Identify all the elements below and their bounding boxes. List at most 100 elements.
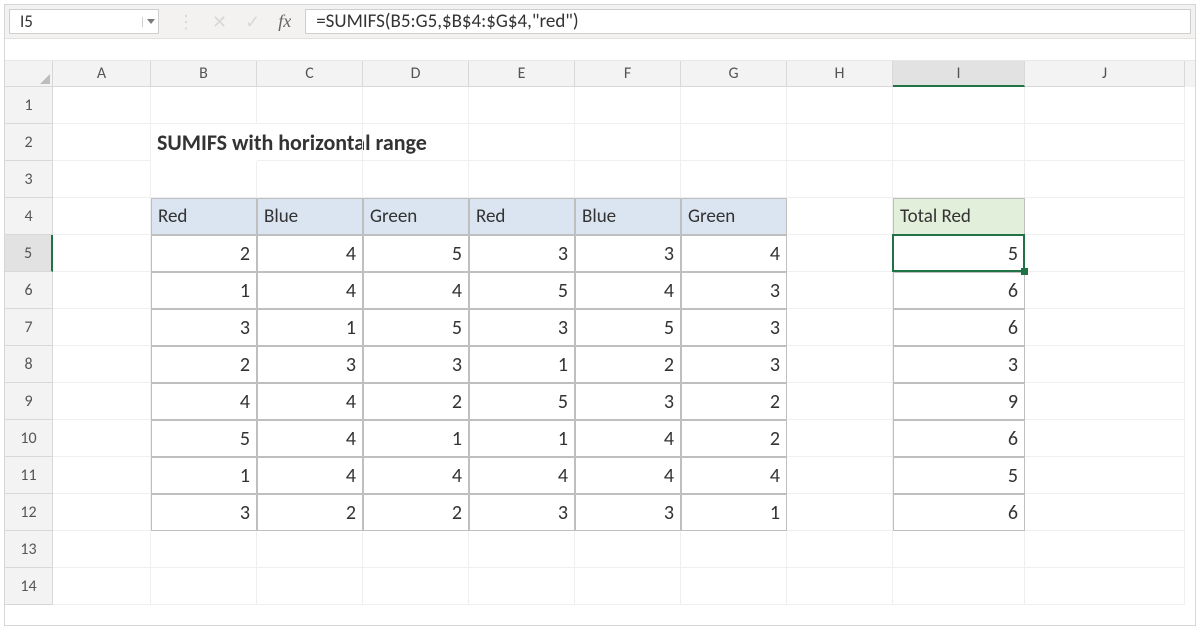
cell-F4[interactable]: Blue	[575, 198, 681, 235]
fill-handle[interactable]	[1021, 268, 1028, 275]
cell-B12[interactable]: 3	[151, 494, 257, 531]
cell-F12[interactable]: 3	[575, 494, 681, 531]
cell-J13[interactable]	[1025, 531, 1185, 568]
cell-H6[interactable]	[787, 272, 893, 309]
cell-H14[interactable]	[787, 568, 893, 605]
cell-J5[interactable]	[1025, 235, 1185, 272]
cell-D9[interactable]: 2	[363, 383, 469, 420]
col-header-E[interactable]: E	[469, 61, 575, 87]
accept-icon[interactable]: ✓	[245, 11, 260, 33]
cell-H2[interactable]	[787, 124, 893, 161]
cell-E13[interactable]	[469, 531, 575, 568]
cell-G1[interactable]	[681, 87, 787, 124]
cell-F6[interactable]: 4	[575, 272, 681, 309]
col-header-C[interactable]: C	[257, 61, 363, 87]
cell-G6[interactable]: 3	[681, 272, 787, 309]
cell-B9[interactable]: 4	[151, 383, 257, 420]
cell-G8[interactable]: 3	[681, 346, 787, 383]
cell-A7[interactable]	[53, 309, 151, 346]
cell-E1[interactable]	[469, 87, 575, 124]
cell-F5[interactable]: 3	[575, 235, 681, 272]
col-header-H[interactable]: H	[787, 61, 893, 87]
cell-A3[interactable]	[53, 161, 151, 198]
col-header-G[interactable]: G	[681, 61, 787, 87]
row-header[interactable]: 13	[5, 531, 53, 568]
cell-I2[interactable]	[893, 124, 1025, 161]
cell-H9[interactable]	[787, 383, 893, 420]
cell-D14[interactable]	[363, 568, 469, 605]
formula-input[interactable]: =SUMIFS(B5:G5,$B$4:$G$4,"red")	[305, 9, 1191, 34]
worksheet-grid[interactable]: A B C D E F G H I J 12SUMIFS with horizo…	[5, 61, 1195, 605]
col-header-I[interactable]: I	[893, 61, 1025, 87]
cell-E2[interactable]	[469, 124, 575, 161]
row-header[interactable]: 12	[5, 494, 53, 531]
cell-A5[interactable]	[53, 235, 151, 272]
cell-E12[interactable]: 3	[469, 494, 575, 531]
cell-D13[interactable]	[363, 531, 469, 568]
cell-C8[interactable]: 3	[257, 346, 363, 383]
row-header[interactable]: 1	[5, 87, 53, 124]
cell-G13[interactable]	[681, 531, 787, 568]
cancel-icon[interactable]: ✕	[212, 11, 227, 33]
row-header[interactable]: 8	[5, 346, 53, 383]
cell-G3[interactable]	[681, 161, 787, 198]
cell-B13[interactable]	[151, 531, 257, 568]
cell-I3[interactable]	[893, 161, 1025, 198]
cell-A4[interactable]	[53, 198, 151, 235]
cell-A8[interactable]	[53, 346, 151, 383]
cell-D4[interactable]: Green	[363, 198, 469, 235]
cell-I14[interactable]	[893, 568, 1025, 605]
cell-D6[interactable]: 4	[363, 272, 469, 309]
name-box[interactable]: I5	[9, 9, 159, 34]
cell-B1[interactable]	[151, 87, 257, 124]
col-header-A[interactable]: A	[53, 61, 151, 87]
cell-F11[interactable]: 4	[575, 457, 681, 494]
cell-G7[interactable]: 3	[681, 309, 787, 346]
cell-C13[interactable]	[257, 531, 363, 568]
row-header[interactable]: 4	[5, 198, 53, 235]
cell-I11[interactable]: 5	[893, 457, 1025, 494]
row-header[interactable]: 2	[5, 124, 53, 161]
cell-B2[interactable]: SUMIFS with horizontal range	[151, 124, 257, 161]
cell-E7[interactable]: 3	[469, 309, 575, 346]
cell-I7[interactable]: 6	[893, 309, 1025, 346]
cell-H7[interactable]	[787, 309, 893, 346]
cell-J2[interactable]	[1025, 124, 1185, 161]
cell-E14[interactable]	[469, 568, 575, 605]
cell-I8[interactable]: 3	[893, 346, 1025, 383]
cell-H12[interactable]	[787, 494, 893, 531]
row-header[interactable]: 7	[5, 309, 53, 346]
cell-C3[interactable]	[257, 161, 363, 198]
cell-J1[interactable]	[1025, 87, 1185, 124]
cell-E10[interactable]: 1	[469, 420, 575, 457]
cell-C4[interactable]: Blue	[257, 198, 363, 235]
cell-F10[interactable]: 4	[575, 420, 681, 457]
cell-C11[interactable]: 4	[257, 457, 363, 494]
cell-A10[interactable]	[53, 420, 151, 457]
cell-J7[interactable]	[1025, 309, 1185, 346]
cell-C2[interactable]	[257, 124, 363, 161]
cell-H1[interactable]	[787, 87, 893, 124]
cell-A6[interactable]	[53, 272, 151, 309]
cell-E5[interactable]: 3	[469, 235, 575, 272]
cell-J11[interactable]	[1025, 457, 1185, 494]
cell-A11[interactable]	[53, 457, 151, 494]
cell-J12[interactable]	[1025, 494, 1185, 531]
cell-G12[interactable]: 1	[681, 494, 787, 531]
col-header-F[interactable]: F	[575, 61, 681, 87]
cell-J6[interactable]	[1025, 272, 1185, 309]
cell-D12[interactable]: 2	[363, 494, 469, 531]
cell-G14[interactable]	[681, 568, 787, 605]
cell-E3[interactable]	[469, 161, 575, 198]
cell-D10[interactable]: 1	[363, 420, 469, 457]
cell-B3[interactable]	[151, 161, 257, 198]
cell-C14[interactable]	[257, 568, 363, 605]
cell-C9[interactable]: 4	[257, 383, 363, 420]
cell-G9[interactable]: 2	[681, 383, 787, 420]
cell-B7[interactable]: 3	[151, 309, 257, 346]
cell-F1[interactable]	[575, 87, 681, 124]
cell-F9[interactable]: 3	[575, 383, 681, 420]
cell-E6[interactable]: 5	[469, 272, 575, 309]
cell-J14[interactable]	[1025, 568, 1185, 605]
cell-I4[interactable]: Total Red	[893, 198, 1025, 235]
